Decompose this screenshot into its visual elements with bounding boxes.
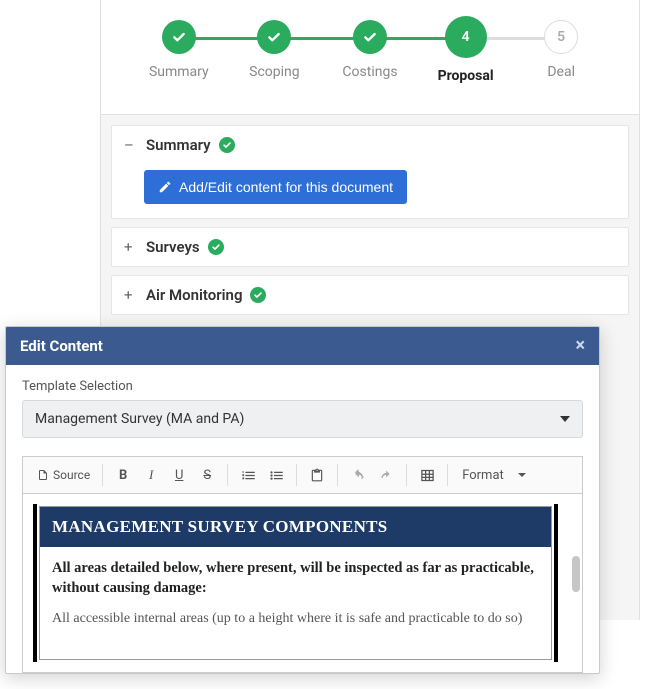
step-proposal[interactable]: 4 Proposal <box>418 20 514 84</box>
template-selection-label: Template Selection <box>22 379 583 394</box>
check-icon <box>208 239 224 255</box>
accordion-item-summary: – Summary Add/Edit content for this docu… <box>111 125 629 219</box>
table-button[interactable] <box>413 461 441 489</box>
document-heading: MANAGEMENT SURVEY COMPONENTS <box>40 507 551 547</box>
unordered-list-button[interactable] <box>262 461 290 489</box>
redo-icon <box>379 468 394 483</box>
step-label: Scoping <box>249 64 299 80</box>
redo-button[interactable] <box>372 461 400 489</box>
bold-button[interactable]: B <box>109 461 137 489</box>
modal-body: Template Selection Management Survey (MA… <box>6 365 599 673</box>
toolbar-separator <box>337 464 338 486</box>
step-label: Deal <box>547 64 575 80</box>
format-label: Format <box>462 468 504 483</box>
accordion-header[interactable]: + Air Monitoring <box>112 276 628 314</box>
close-icon[interactable]: × <box>575 337 585 355</box>
rich-text-editor: Source B I U S <box>22 456 583 673</box>
ordered-list-icon <box>241 468 256 483</box>
source-button[interactable]: Source <box>31 461 96 489</box>
undo-icon <box>351 468 366 483</box>
step-deal[interactable]: 5 Deal <box>513 20 609 80</box>
toolbar-separator <box>296 464 297 486</box>
toolbar-separator <box>227 464 228 486</box>
scrollbar[interactable] <box>572 504 580 662</box>
editor-canvas[interactable]: MANAGEMENT SURVEY COMPONENTS All areas d… <box>23 494 582 672</box>
add-edit-content-button[interactable]: Add/Edit content for this document <box>144 170 407 204</box>
accordion-title: Summary <box>146 136 211 154</box>
undo-button[interactable] <box>344 461 372 489</box>
expand-icon: + <box>124 238 138 256</box>
accordion-body: Add/Edit content for this document <box>112 164 628 218</box>
modal-title: Edit Content <box>20 337 103 355</box>
accordion-header[interactable]: + Surveys <box>112 228 628 266</box>
step-scoping[interactable]: Scoping <box>227 20 323 80</box>
document-lead: All areas detailed below, where present,… <box>52 559 539 598</box>
editor-toolbar: Source B I U S <box>23 457 582 494</box>
step-label: Costings <box>342 64 397 80</box>
toolbar-separator <box>406 464 407 486</box>
accordion-title: Air Monitoring <box>146 286 242 304</box>
underline-button[interactable]: U <box>165 461 193 489</box>
check-icon <box>162 20 196 54</box>
source-icon <box>37 469 49 481</box>
step-summary[interactable]: Summary <box>131 20 227 80</box>
stepper: Summary Scoping Costings 4 Proposal 5 De… <box>101 0 639 115</box>
accordion-header[interactable]: – Summary <box>112 126 628 164</box>
select-value: Management Survey (MA and PA) <box>35 411 244 427</box>
step-costings[interactable]: Costings <box>322 20 418 80</box>
template-select[interactable]: Management Survey (MA and PA) <box>22 400 583 438</box>
scrollbar-thumb[interactable] <box>572 556 580 592</box>
check-icon <box>257 20 291 54</box>
format-dropdown[interactable]: Format <box>454 461 534 489</box>
collapse-icon: – <box>124 136 138 154</box>
modal-header: Edit Content × <box>6 327 599 365</box>
document-frame: MANAGEMENT SURVEY COMPONENTS All areas d… <box>33 504 558 662</box>
chevron-down-icon <box>518 473 526 477</box>
check-icon <box>219 137 235 153</box>
paste-button[interactable] <box>303 461 331 489</box>
edit-content-modal: Edit Content × Template Selection Manage… <box>5 326 600 674</box>
step-number: 4 <box>445 16 487 58</box>
check-icon <box>250 287 266 303</box>
strikethrough-button[interactable]: S <box>193 461 221 489</box>
step-number: 5 <box>544 20 578 54</box>
edit-icon <box>158 180 172 194</box>
step-label: Proposal <box>438 68 494 84</box>
check-icon <box>353 20 387 54</box>
document-paragraph: All accessible internal areas (up to a h… <box>52 610 539 629</box>
ordered-list-button[interactable] <box>234 461 262 489</box>
table-icon <box>420 468 435 483</box>
unordered-list-icon <box>269 468 284 483</box>
accordion: – Summary Add/Edit content for this docu… <box>101 115 639 333</box>
accordion-item-surveys: + Surveys <box>111 227 629 267</box>
accordion-title: Surveys <box>146 238 200 256</box>
toolbar-separator <box>102 464 103 486</box>
accordion-item-air-monitoring: + Air Monitoring <box>111 275 629 315</box>
italic-button[interactable]: I <box>137 461 165 489</box>
button-label: Add/Edit content for this document <box>179 179 393 195</box>
step-label: Summary <box>149 64 209 80</box>
source-label: Source <box>53 468 90 482</box>
toolbar-separator <box>447 464 448 486</box>
clipboard-icon <box>310 468 324 482</box>
expand-icon: + <box>124 286 138 304</box>
chevron-down-icon <box>560 416 570 422</box>
